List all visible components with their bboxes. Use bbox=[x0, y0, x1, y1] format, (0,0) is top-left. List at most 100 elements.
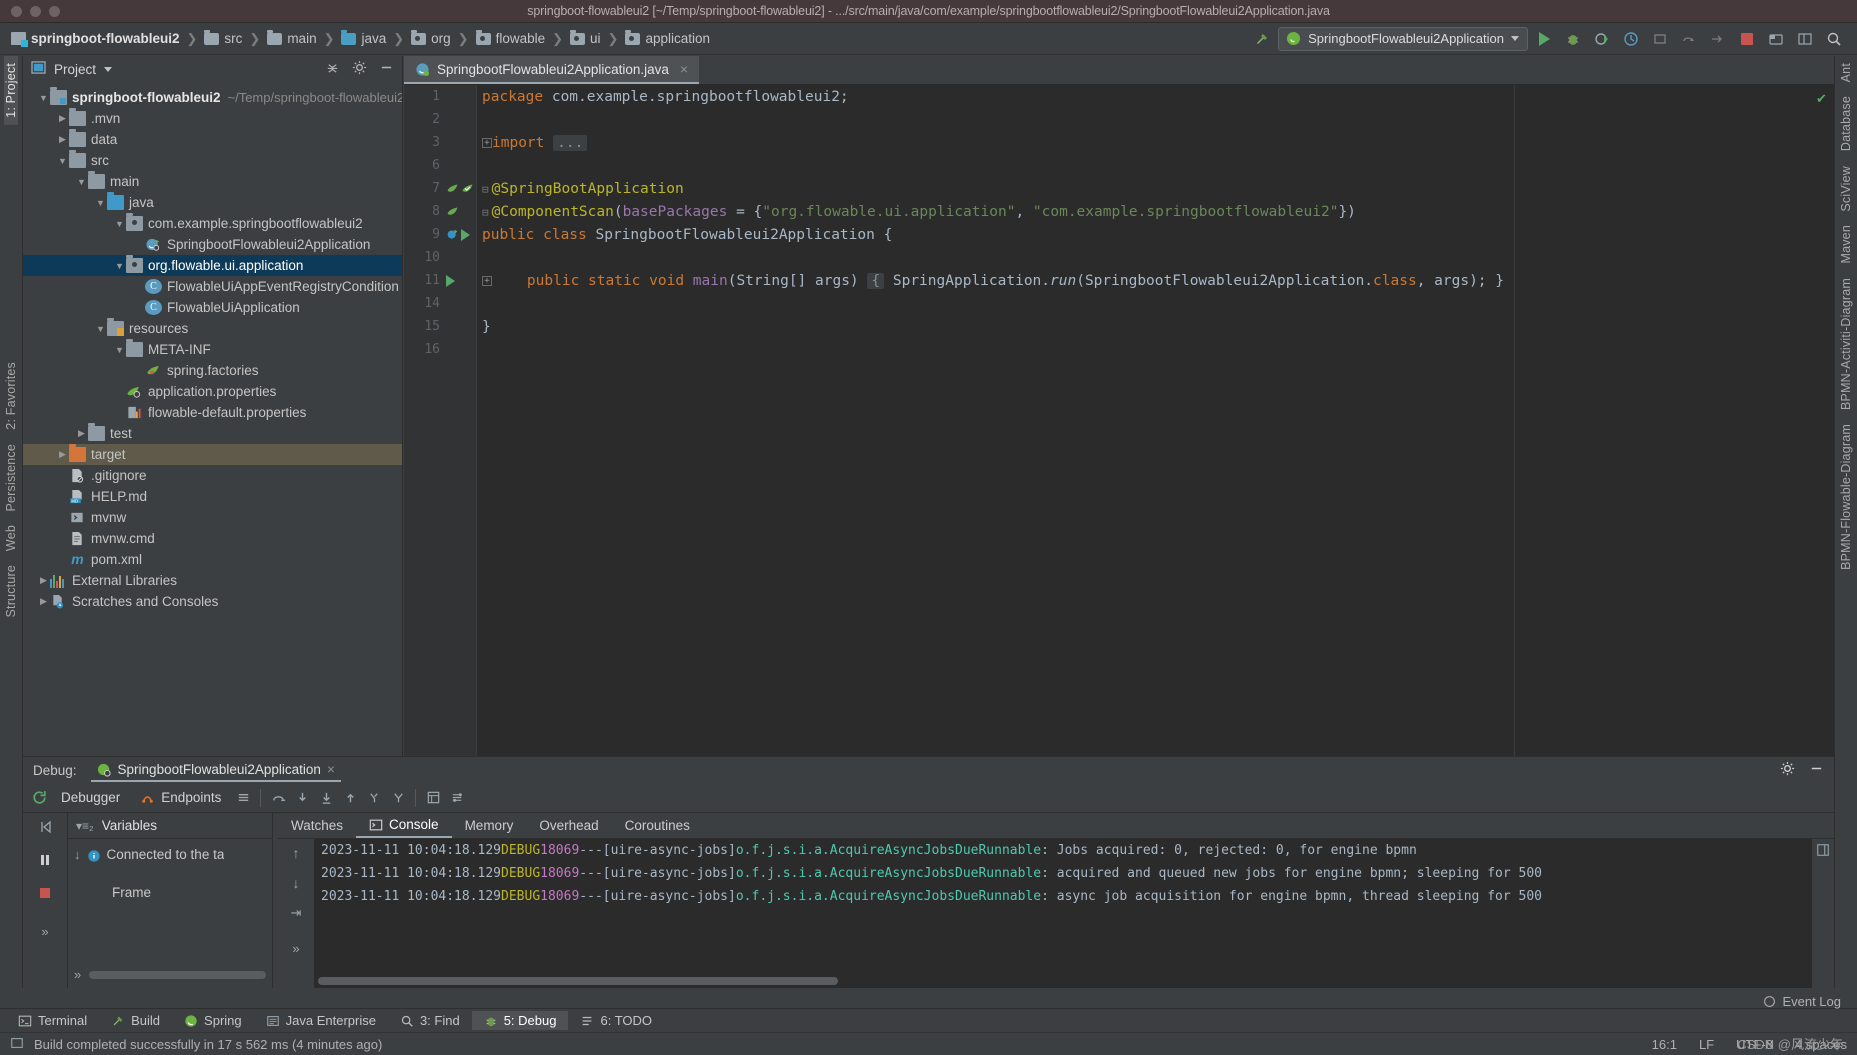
scroll-up-icon[interactable]: ↑ bbox=[293, 845, 300, 861]
sidebar-item-database[interactable]: Database bbox=[1839, 89, 1853, 158]
toolwindow-debug[interactable]: 5: Debug bbox=[472, 1011, 569, 1030]
sidebar-item-bpmn-activiti-diagram[interactable]: BPMN-Activiti-Diagram bbox=[1839, 271, 1853, 417]
tree-node-data[interactable]: ▶data bbox=[23, 129, 402, 150]
tree-node-flowableuiappeventregistrycondition[interactable]: CFlowableUiAppEventRegistryCondition bbox=[23, 276, 402, 297]
tree-node-application-properties[interactable]: application.properties bbox=[23, 381, 402, 402]
tree-node-meta-inf[interactable]: ▼META-INF bbox=[23, 339, 402, 360]
code-line-8[interactable]: 8⊟@ComponentScan(basePackages = {"org.fl… bbox=[404, 200, 1834, 223]
expand-console-icon[interactable]: » bbox=[292, 941, 299, 956]
tree-toggle-icon[interactable]: ▼ bbox=[94, 198, 107, 208]
build-hammer-icon[interactable] bbox=[1249, 27, 1275, 51]
tab-console[interactable]: Console bbox=[356, 813, 452, 838]
code-line-9[interactable]: 9public class SpringbootFlowableui2Appli… bbox=[404, 223, 1834, 246]
tree-node-target[interactable]: ▶target bbox=[23, 444, 402, 465]
stop-program-icon[interactable] bbox=[37, 885, 53, 905]
tree-node-mvn[interactable]: ▶.mvn bbox=[23, 108, 402, 129]
search-icon[interactable] bbox=[1821, 27, 1847, 51]
soft-wrap-icon[interactable]: ⇥ bbox=[291, 905, 302, 921]
console-settings-icon[interactable] bbox=[1816, 843, 1830, 861]
tree-toggle-icon[interactable]: ▶ bbox=[75, 428, 88, 439]
tab-overhead[interactable]: Overhead bbox=[526, 814, 611, 837]
run-button[interactable] bbox=[1531, 27, 1557, 51]
attach-process-button[interactable] bbox=[1647, 27, 1673, 51]
tree-toggle-icon[interactable]: ▶ bbox=[37, 596, 50, 607]
tree-toggle-icon[interactable]: ▼ bbox=[113, 261, 126, 271]
tab-memory[interactable]: Memory bbox=[452, 814, 527, 837]
thread-selector-icon[interactable]: ▾≡₂ bbox=[76, 819, 94, 833]
tree-node-org-flowable-ui-application[interactable]: ▼org.flowable.ui.application bbox=[23, 255, 402, 276]
sidebar-item-maven[interactable]: Maven bbox=[1839, 218, 1853, 271]
console-output[interactable]: 2023-11-11 10:04:18.129 DEBUG 18069 --- … bbox=[314, 839, 1812, 988]
tree-node-pom-xml[interactable]: mpom.xml bbox=[23, 549, 402, 570]
code-line-16[interactable]: 16 bbox=[404, 338, 1834, 361]
tree-toggle-icon[interactable]: ▶ bbox=[56, 449, 69, 460]
settings-list-icon[interactable] bbox=[445, 787, 469, 809]
collapse-all-icon[interactable] bbox=[325, 60, 340, 79]
tree-node-flowable-default-properties[interactable]: flowable-default.properties bbox=[23, 402, 402, 423]
sidebar-item-web[interactable]: Web bbox=[4, 518, 18, 558]
tree-node-resources[interactable]: ▼resources bbox=[23, 318, 402, 339]
console-horizontal-scrollbar[interactable] bbox=[318, 977, 838, 985]
code-line-7[interactable]: 7⊟@SpringBootApplication bbox=[404, 177, 1834, 200]
debug-button[interactable] bbox=[1560, 27, 1586, 51]
sidebar-item-favorites[interactable]: 2: Favorites bbox=[4, 355, 18, 437]
tree-toggle-icon[interactable]: ▼ bbox=[94, 324, 107, 334]
tab-endpoints[interactable]: Endpoints bbox=[130, 790, 231, 805]
run-with-coverage-button[interactable] bbox=[1589, 27, 1615, 51]
close-tab-icon[interactable]: × bbox=[680, 61, 688, 77]
code-line-2[interactable]: 2 bbox=[404, 108, 1834, 131]
breadcrumb-item-module[interactable]: springboot-flowableui2 bbox=[8, 31, 183, 46]
line-gutter-icons[interactable] bbox=[444, 275, 476, 287]
event-log-button[interactable]: Event Log bbox=[1763, 994, 1841, 1009]
tree-node-mvnw[interactable]: mvnw bbox=[23, 507, 402, 528]
tree-node-gitignore[interactable]: .gitignore bbox=[23, 465, 402, 486]
code-line-10[interactable]: 10 bbox=[404, 246, 1834, 269]
breadcrumb-item-ui[interactable]: ui bbox=[567, 31, 604, 46]
breadcrumb-item-org[interactable]: org bbox=[408, 31, 454, 46]
tree-node-springboot-flowableui2[interactable]: ▼springboot-flowableui2~/Temp/springboot… bbox=[23, 87, 402, 108]
tree-toggle-icon[interactable]: ▼ bbox=[113, 345, 126, 355]
force-step-into-icon[interactable] bbox=[314, 787, 338, 809]
variables-tab-label[interactable]: Variables bbox=[102, 818, 157, 833]
tree-node-scratches-and-consoles[interactable]: ▶Scratches and Consoles bbox=[23, 591, 402, 612]
chevron-down-icon[interactable] bbox=[104, 67, 112, 72]
run-to-cursor-icon[interactable] bbox=[386, 787, 410, 809]
gear-icon[interactable] bbox=[1780, 761, 1795, 780]
breadcrumb-item-main[interactable]: main bbox=[264, 31, 319, 46]
tree-toggle-icon[interactable]: ▼ bbox=[75, 177, 88, 187]
tree-node-java[interactable]: ▼java bbox=[23, 192, 402, 213]
code-line-1[interactable]: 1package com.example.springbootflowableu… bbox=[404, 85, 1834, 108]
toolwindow-spring[interactable]: Spring bbox=[172, 1011, 254, 1030]
sidebar-item-sciview[interactable]: SciView bbox=[1839, 159, 1853, 219]
breadcrumb-item-java[interactable]: java bbox=[338, 31, 389, 46]
gear-icon[interactable] bbox=[352, 60, 367, 79]
tree-node-src[interactable]: ▼src bbox=[23, 150, 402, 171]
line-gutter-icons[interactable] bbox=[444, 182, 476, 195]
step-over-icon[interactable] bbox=[266, 787, 290, 809]
sidebar-item-persistence[interactable]: Persistence bbox=[4, 437, 18, 519]
debug-session-tab[interactable]: SpringbootFlowableui2Application × bbox=[91, 759, 341, 782]
step-out-icon[interactable] bbox=[338, 787, 362, 809]
hide-panel-icon[interactable] bbox=[379, 60, 394, 79]
tree-node-spring-factories[interactable]: spring.factories bbox=[23, 360, 402, 381]
line-gutter-icons[interactable] bbox=[444, 205, 476, 218]
close-session-icon[interactable]: × bbox=[327, 762, 335, 777]
toolwindow-find[interactable]: 3: Find bbox=[388, 1011, 472, 1030]
tree-node-com-example-springbootflowableui2[interactable]: ▼com.example.springbootflowableui2 bbox=[23, 213, 402, 234]
expand-frames-icon[interactable]: » bbox=[74, 967, 81, 982]
pause-program-icon[interactable] bbox=[37, 852, 53, 872]
code-line-6[interactable]: 6 bbox=[404, 154, 1834, 177]
vcs-update-icon[interactable] bbox=[1763, 27, 1789, 51]
sidebar-item-ant[interactable]: Ant bbox=[1839, 56, 1853, 89]
toolwindow-terminal[interactable]: Terminal bbox=[6, 1011, 99, 1030]
toolwindow-java-enterprise[interactable]: Java Enterprise bbox=[254, 1011, 388, 1030]
sidebar-item-structure[interactable]: Structure bbox=[4, 558, 18, 625]
tree-node-external-libraries[interactable]: ▶External Libraries bbox=[23, 570, 402, 591]
toolwindow-build[interactable]: Build bbox=[99, 1011, 172, 1030]
run-configuration-selector[interactable]: SpringbootFlowableui2Application bbox=[1278, 27, 1528, 51]
tree-toggle-icon[interactable]: ▶ bbox=[37, 575, 50, 586]
evaluate-expression-icon[interactable] bbox=[421, 787, 445, 809]
scroll-down-icon[interactable]: ↓ bbox=[293, 875, 300, 891]
line-gutter-icons[interactable] bbox=[444, 228, 476, 241]
profile-button[interactable] bbox=[1618, 27, 1644, 51]
